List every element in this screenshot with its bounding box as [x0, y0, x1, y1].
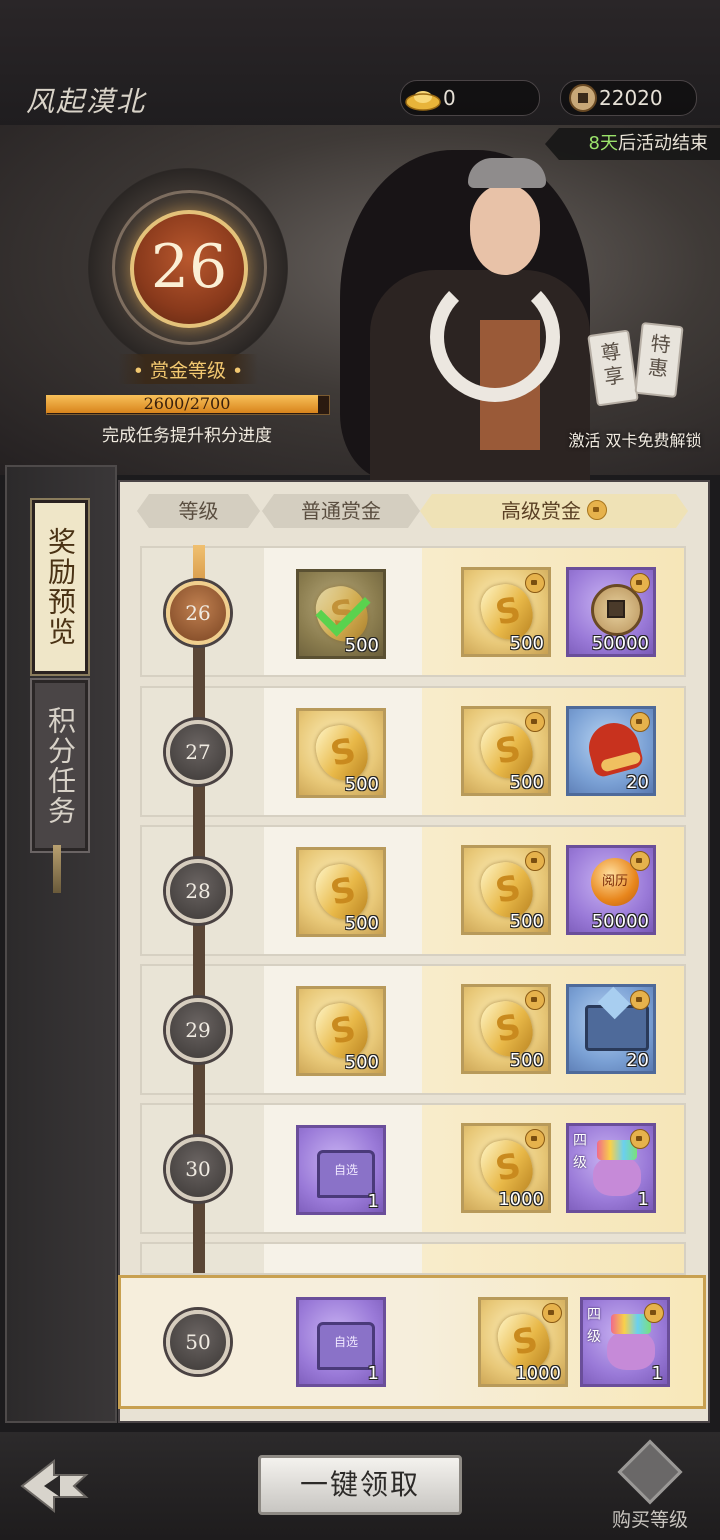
premium-reward-28-b[interactable]: 阅历 50000	[566, 845, 656, 935]
normal-reward-26[interactable]: 500	[296, 569, 386, 659]
lock-icon	[525, 712, 545, 732]
normal-reward-29[interactable]: 500	[296, 986, 386, 1076]
event-countdown: 8天后活动结束	[545, 128, 720, 160]
level-node-27: 27	[166, 720, 230, 784]
tab-point-tasks[interactable]: 积分任务	[32, 680, 88, 851]
bounty-level-label: • 赏金等级 •	[132, 360, 244, 382]
normal-reward-28[interactable]: 500	[296, 847, 386, 937]
premium-reward-30-b[interactable]: 四级 1	[566, 1123, 656, 1213]
reward-qty: 50000	[591, 911, 649, 932]
progress-tip: 完成任务提升积分进度	[102, 426, 272, 446]
lock-icon	[525, 573, 545, 593]
premium-reward-26-a[interactable]: 500	[461, 567, 551, 657]
lock-icon	[587, 500, 607, 520]
reward-row-partial	[140, 1242, 686, 1275]
character-fur-collar	[430, 272, 560, 402]
premium-reward-29-b[interactable]: 20	[566, 984, 656, 1074]
normal-reward-50[interactable]: 自选 1	[296, 1297, 386, 1387]
reward-qty: 1000	[515, 1363, 561, 1384]
normal-reward-27[interactable]: 500	[296, 708, 386, 798]
reward-qty: 1	[651, 1363, 663, 1384]
ingot-amount: 0	[443, 86, 456, 110]
gem-bag-icon	[607, 1314, 655, 1370]
coin-amount: 22020	[599, 86, 663, 110]
lock-icon	[525, 1129, 545, 1149]
tab-tassel	[53, 845, 61, 893]
lock-icon	[630, 712, 650, 732]
tab-reward-preview[interactable]: 奖励预览	[32, 500, 88, 674]
ingot-currency[interactable]: 0	[400, 80, 540, 116]
buy-level-label: 购买等级	[611, 1509, 688, 1531]
level-node-29: 29	[166, 998, 230, 1062]
back-arrow-icon[interactable]	[14, 1453, 104, 1519]
reward-qty: 1	[367, 1191, 379, 1212]
lock-icon	[630, 1129, 650, 1149]
reward-qty: 1	[637, 1189, 649, 1210]
reward-qty: 500	[344, 913, 379, 934]
reward-qty: 500	[509, 1050, 544, 1071]
premium-reward-28-a[interactable]: 500	[461, 845, 551, 935]
anvil-icon	[585, 1005, 649, 1051]
premium-reward-26-b[interactable]: 50000	[566, 567, 656, 657]
character-face	[470, 185, 540, 275]
header-premium-label: 高级赏金	[501, 499, 581, 523]
header-level: 等级	[137, 494, 260, 528]
premium-reward-50-b[interactable]: 四级 1	[580, 1297, 670, 1387]
gem-tier-label: 四级	[573, 1133, 587, 1171]
header-normal-bounty: 普通赏金	[262, 494, 420, 528]
reward-qty: 1000	[498, 1189, 544, 1210]
reward-qty: 1	[367, 1363, 379, 1384]
reward-qty: 500	[509, 772, 544, 793]
coin-currency[interactable]: 22020	[560, 80, 697, 116]
reward-qty: 500	[344, 635, 379, 656]
premium-reward-30-a[interactable]: 1000	[461, 1123, 551, 1213]
header-premium-bounty: 高级赏金	[420, 494, 688, 528]
reward-qty: 20	[626, 772, 649, 793]
premium-reward-50-a[interactable]: 1000	[478, 1297, 568, 1387]
lock-icon	[630, 851, 650, 871]
level-node-26: 26	[166, 581, 230, 645]
copper-coin-icon	[569, 84, 597, 112]
reward-qty: 20	[626, 1050, 649, 1071]
lock-icon	[644, 1303, 664, 1323]
claim-all-button[interactable]: 一键领取	[258, 1455, 462, 1515]
reward-qty: 500	[509, 911, 544, 932]
lock-icon	[525, 851, 545, 871]
level-node-50: 50	[166, 1310, 230, 1374]
special-offer-tag: 特惠	[634, 322, 684, 398]
buy-level-button[interactable]: 购买等级	[605, 1439, 695, 1535]
selection-chest-icon: 自选	[317, 1150, 375, 1198]
buy-level-icon	[617, 1439, 683, 1505]
level-node-28: 28	[166, 859, 230, 923]
lock-icon	[525, 990, 545, 1010]
exclusive-tag: 尊享	[587, 329, 639, 407]
premium-reward-27-a[interactable]: 500	[461, 706, 551, 796]
lock-icon	[630, 990, 650, 1010]
countdown-suffix: 后活动结束	[618, 133, 708, 154]
gold-ingot-icon	[405, 91, 441, 111]
event-title: 风起漠北	[26, 85, 147, 118]
lock-icon	[542, 1303, 562, 1323]
unlock-promo-text[interactable]: 激活 双卡免费解锁	[560, 427, 710, 451]
premium-reward-29-a[interactable]: 500	[461, 984, 551, 1074]
current-level: 26	[150, 232, 228, 302]
progress-text: 2600/2700	[143, 394, 231, 413]
normal-reward-30[interactable]: 自选 1	[296, 1125, 386, 1215]
reward-qty: 500	[344, 1052, 379, 1073]
reward-qty: 50000	[591, 633, 649, 654]
gem-tier-label: 四级	[587, 1307, 601, 1345]
level-node-30: 30	[166, 1137, 230, 1201]
reward-qty: 500	[344, 774, 379, 795]
lock-icon	[630, 573, 650, 593]
gem-bag-icon	[593, 1140, 641, 1196]
selection-chest-icon: 自选	[317, 1322, 375, 1370]
premium-pass-tags[interactable]: 尊享 特惠	[587, 320, 688, 410]
countdown-days: 8天	[588, 133, 618, 154]
character-headpiece	[468, 158, 546, 188]
reward-qty: 500	[509, 633, 544, 654]
premium-reward-27-b[interactable]: 20	[566, 706, 656, 796]
